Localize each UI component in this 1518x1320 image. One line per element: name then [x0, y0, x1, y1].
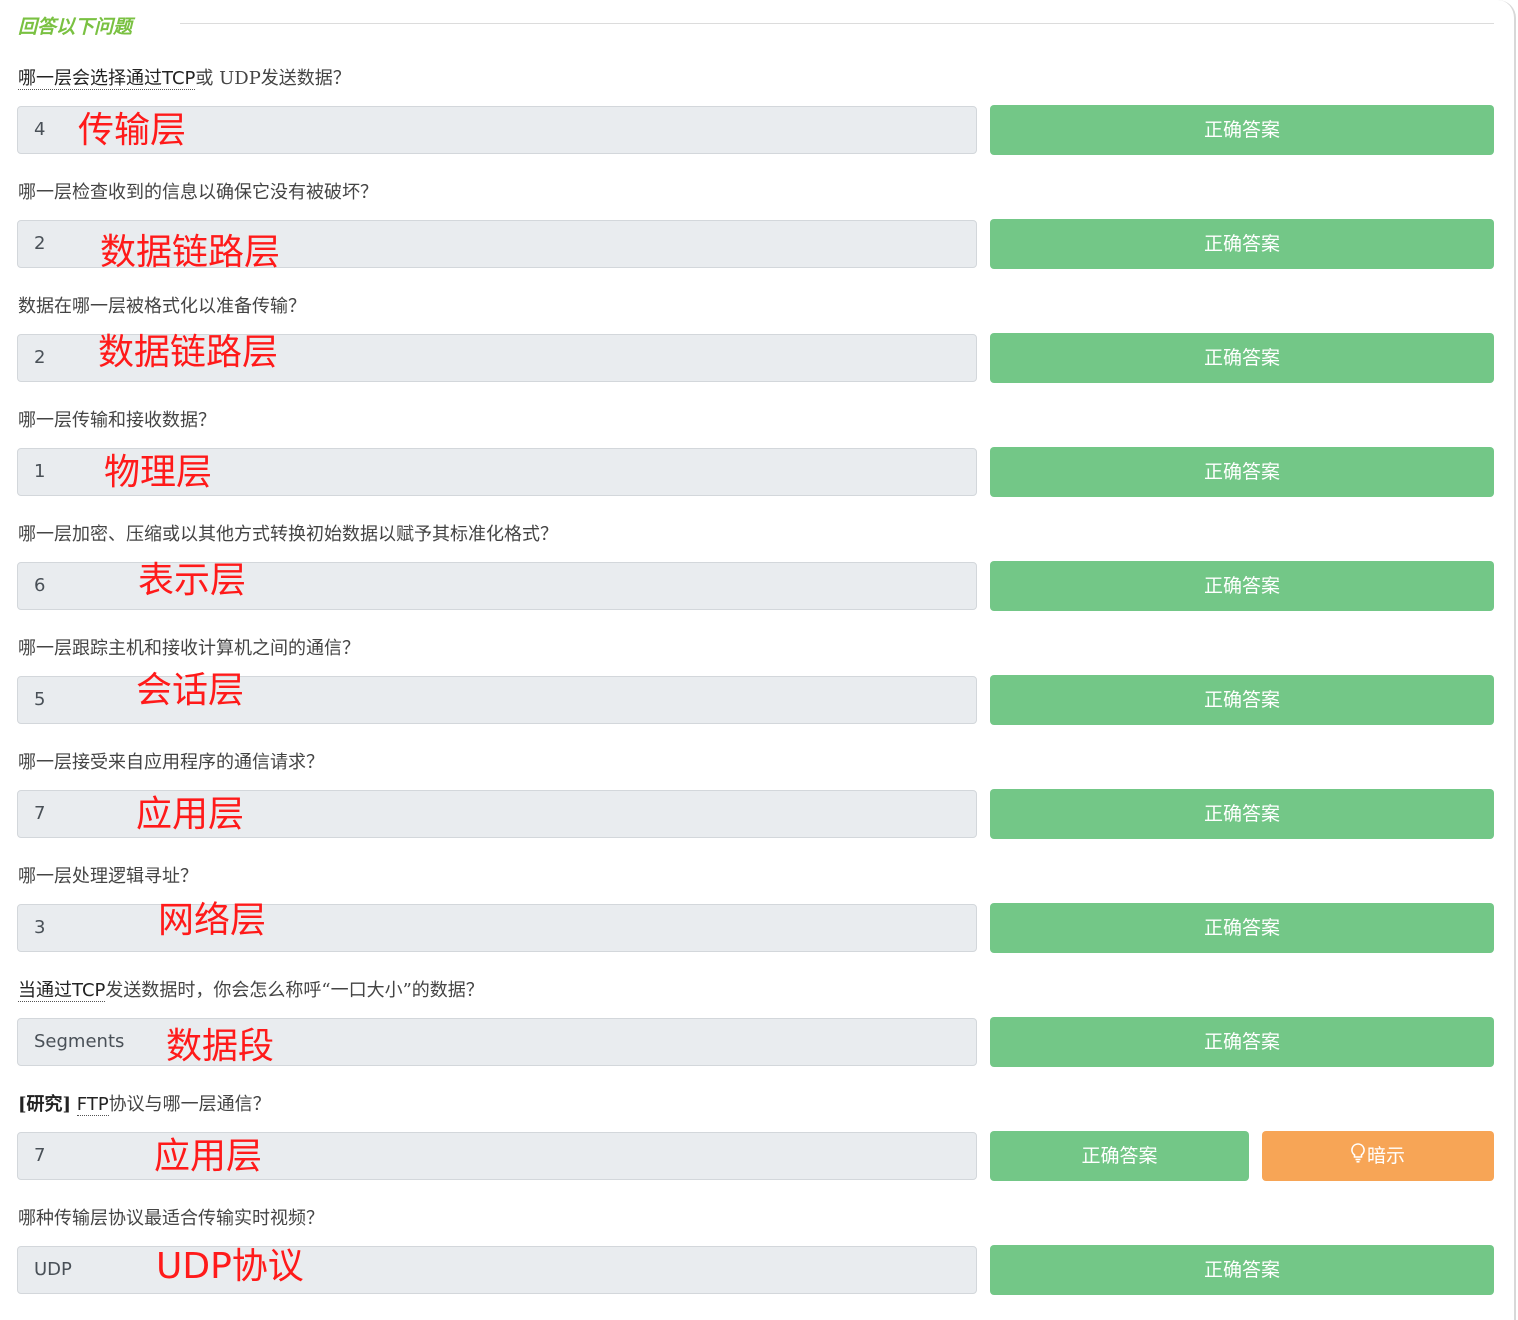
- question-7-text: 哪一层接受来自应用程序的通信请求？: [18, 752, 324, 773]
- answer-2-show-button[interactable]: 正确答案: [990, 219, 1494, 269]
- answer-7-show-button[interactable]: 正确答案: [990, 789, 1494, 839]
- answer-1-value: 4: [34, 119, 46, 140]
- answer-6-field[interactable]: 5 会话层: [17, 670, 977, 724]
- answer-8-show-button[interactable]: 正确答案: [990, 903, 1494, 953]
- answer-6-annotation: 会话层: [136, 670, 245, 711]
- answer-11-show-button[interactable]: 正确答案: [990, 1245, 1494, 1295]
- answer-3-annotation: 数据链路层: [98, 332, 279, 373]
- section-divider: [180, 23, 1494, 24]
- answer-4-field[interactable]: 1 物理层: [17, 448, 977, 496]
- answer-5-value: 6: [34, 575, 46, 596]
- answer-9-field[interactable]: Segments 数据段: [17, 1018, 977, 1067]
- answer-6-show-button[interactable]: 正确答案: [990, 675, 1494, 725]
- answer-5-annotation: 表示层: [138, 560, 247, 601]
- answer-10-show-button[interactable]: 正确答案: [990, 1131, 1249, 1181]
- answer-8-annotation: 网络层: [158, 900, 267, 941]
- question-11-text: 哪种传输层协议最适合传输实时视频？: [18, 1208, 324, 1229]
- answer-2-value: 2: [34, 233, 46, 254]
- hint-label: 暗示: [1366, 1145, 1405, 1167]
- answer-1-annotation: 传输层: [78, 110, 187, 151]
- answer-4-show-button[interactable]: 正确答案: [990, 447, 1494, 497]
- answer-7-annotation: 应用层: [136, 794, 245, 835]
- answer-2-annotation: 数据链路层: [100, 232, 281, 273]
- answer-8-field[interactable]: 3 网络层: [17, 900, 977, 952]
- question-9-text: 当通过TCP发送数据时，你会怎么称呼“一口大小”的数据？: [18, 980, 484, 1002]
- answer-2-field[interactable]: 2 数据链路层: [17, 220, 977, 273]
- answer-7-value: 7: [34, 803, 46, 824]
- answer-11-field[interactable]: UDP UDP协议: [17, 1246, 977, 1294]
- answer-7-field[interactable]: 7 应用层: [17, 790, 977, 838]
- answer-1-show-button[interactable]: 正确答案: [990, 105, 1494, 155]
- answer-10-annotation: 应用层: [154, 1136, 263, 1177]
- answer-5-show-button[interactable]: 正确答案: [990, 561, 1494, 611]
- answer-1-field[interactable]: 4 传输层: [17, 106, 977, 154]
- answer-4-value: 1: [34, 461, 46, 482]
- question-4-text: 哪一层传输和接收数据？: [18, 410, 216, 431]
- question-6-text: 哪一层跟踪主机和接收计算机之间的通信？: [18, 638, 360, 659]
- answer-9-value: Segments: [34, 1031, 125, 1052]
- hint-button[interactable]: 暗示: [1262, 1131, 1494, 1181]
- question-8-text: 哪一层处理逻辑寻址？: [18, 866, 198, 887]
- answer-5-field[interactable]: 6 表示层: [17, 560, 977, 610]
- answer-9-show-button[interactable]: 正确答案: [990, 1017, 1494, 1067]
- question-5-text: 哪一层加密、压缩或以其他方式转换初始数据以赋予其标准化格式？: [18, 524, 558, 545]
- answer-10-field[interactable]: 7 应用层: [17, 1132, 977, 1180]
- answer-4-annotation: 物理层: [104, 452, 213, 493]
- lightbulb-icon: [1351, 1132, 1365, 1182]
- answer-6-value: 5: [34, 689, 46, 710]
- answer-8-value: 3: [34, 917, 46, 938]
- question-3-text: 数据在哪一层被格式化以准备传输？: [18, 296, 306, 317]
- answer-10-value: 7: [34, 1145, 46, 1166]
- question-1-text: 哪一层会选择通过TCP或 UDP发送数据？: [18, 68, 351, 90]
- answer-9-annotation: 数据段: [166, 1026, 275, 1067]
- answer-3-value: 2: [34, 347, 46, 368]
- section-title: 回答以下问题: [18, 16, 133, 38]
- answer-3-show-button[interactable]: 正确答案: [990, 333, 1494, 383]
- answer-3-field[interactable]: 2 数据链路层: [17, 332, 977, 382]
- question-2-text: 哪一层检查收到的信息以确保它没有被破坏？: [18, 182, 378, 203]
- question-10-text: [研究] FTP协议与哪一层通信？: [18, 1094, 271, 1116]
- answer-11-annotation: UDP协议: [156, 1246, 304, 1287]
- answer-11-value: UDP: [34, 1259, 72, 1280]
